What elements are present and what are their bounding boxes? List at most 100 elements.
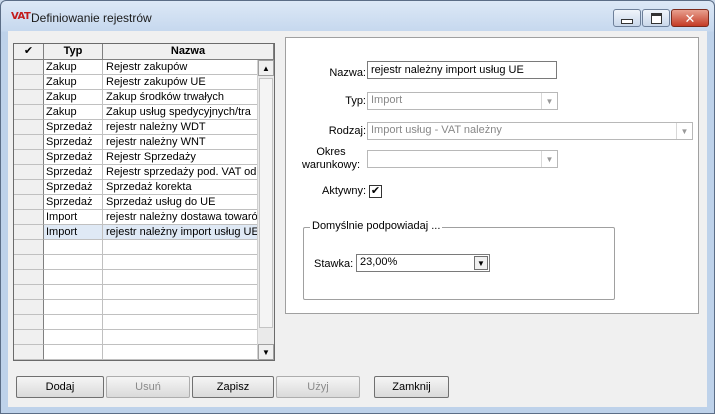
table-row[interactable]: Sprzedaż Rejestr Sprzedaży — [14, 150, 257, 165]
table-row[interactable]: Sprzedaż rejestr należny WDT — [14, 120, 257, 135]
empty-table-row[interactable] — [14, 315, 257, 330]
row-check-cell[interactable] — [14, 165, 44, 180]
empty-table-row[interactable] — [14, 285, 257, 300]
empty-table-row[interactable] — [14, 255, 257, 270]
grid-header: ✔ Typ Nazwa — [14, 44, 274, 60]
stawka-combobox[interactable]: 23,00% ▼ — [356, 254, 490, 272]
row-check-cell[interactable] — [14, 270, 44, 285]
table-row[interactable]: Zakup Zakup usług spedycyjnych/tra — [14, 105, 257, 120]
row-check-cell[interactable] — [14, 210, 44, 225]
row-typ-cell — [44, 285, 103, 300]
stawka-value: 23,00% — [360, 256, 398, 268]
main-window: VAT Definiowanie rejestrów ✕ ✔ Typ Nazwa… — [0, 0, 715, 414]
zapisz-button[interactable]: Zapisz — [192, 376, 274, 398]
row-typ-cell — [44, 345, 103, 360]
scroll-thumb[interactable] — [259, 78, 273, 328]
row-typ-cell: Sprzedaż — [44, 150, 103, 165]
row-check-cell[interactable] — [14, 345, 44, 360]
header-typ-column[interactable]: Typ — [44, 44, 103, 60]
table-row[interactable]: Sprzedaż Sprzedaż usług do UE — [14, 195, 257, 210]
row-nazwa-cell — [103, 315, 257, 330]
row-check-cell[interactable] — [14, 150, 44, 165]
header-nazwa-column[interactable]: Nazwa — [103, 44, 274, 60]
row-check-cell[interactable] — [14, 255, 44, 270]
row-check-cell[interactable] — [14, 330, 44, 345]
row-check-cell[interactable] — [14, 300, 44, 315]
okres-label: Okres warunkowy: — [296, 146, 366, 172]
row-typ-cell: Zakup — [44, 90, 103, 105]
table-row[interactable]: Sprzedaż Sprzedaż korekta — [14, 180, 257, 195]
defaults-groupbox: Domyślnie podpowiadaj ... Stawka: 23,00%… — [303, 220, 615, 300]
table-row[interactable]: Zakup Rejestr zakupów — [14, 60, 257, 75]
empty-table-row[interactable] — [14, 270, 257, 285]
typ-value: Import — [371, 94, 403, 106]
grid-scrollbar[interactable]: ▲ ▼ — [257, 60, 274, 360]
chevron-down-icon[interactable]: ▼ — [676, 123, 692, 139]
table-row[interactable]: Sprzedaż Rejestr sprzedaży pod. VAT odr — [14, 165, 257, 180]
row-check-cell[interactable] — [14, 135, 44, 150]
usun-button[interactable]: Usuń — [106, 376, 190, 398]
row-check-cell[interactable] — [14, 240, 44, 255]
rodzaj-value: Import usług - VAT należny — [371, 124, 502, 136]
scroll-down-icon[interactable]: ▼ — [258, 344, 274, 360]
row-check-cell[interactable] — [14, 195, 44, 210]
row-nazwa-cell — [103, 285, 257, 300]
table-row[interactable]: Sprzedaż rejestr należny WNT — [14, 135, 257, 150]
table-row[interactable]: Zakup Rejestr zakupów UE — [14, 75, 257, 90]
scroll-up-icon[interactable]: ▲ — [258, 60, 274, 76]
row-typ-cell — [44, 300, 103, 315]
close-button[interactable]: ✕ — [671, 9, 709, 27]
row-nazwa-cell: rejestr należny dostawa towaró — [103, 210, 257, 225]
empty-table-row[interactable] — [14, 240, 257, 255]
row-nazwa-cell: Rejestr zakupów — [103, 60, 257, 75]
row-check-cell[interactable] — [14, 90, 44, 105]
row-typ-cell: Import — [44, 210, 103, 225]
row-check-cell[interactable] — [14, 75, 44, 90]
table-row[interactable]: Import rejestr należny dostawa towaró — [14, 210, 257, 225]
row-check-cell[interactable] — [14, 105, 44, 120]
chevron-down-icon[interactable]: ▼ — [541, 151, 557, 167]
row-typ-cell — [44, 240, 103, 255]
chevron-down-icon[interactable]: ▼ — [541, 93, 557, 109]
dodaj-button[interactable]: Dodaj — [16, 376, 104, 398]
row-check-cell[interactable] — [14, 180, 44, 195]
chevron-down-icon[interactable]: ▼ — [474, 256, 488, 270]
header-check-column[interactable]: ✔ — [14, 44, 44, 60]
row-nazwa-cell — [103, 240, 257, 255]
aktywny-checkbox[interactable]: ✔ — [369, 185, 382, 198]
rodzaj-combobox[interactable]: Import usług - VAT należny ▼ — [367, 122, 693, 140]
window-title: Definiowanie rejestrów — [31, 11, 152, 25]
row-nazwa-cell: Zakup usług spedycyjnych/tra — [103, 105, 257, 120]
empty-table-row[interactable] — [14, 300, 257, 315]
maximize-button[interactable] — [642, 9, 670, 27]
grid-body: Zakup Rejestr zakupów Zakup Rejestr zakupów… — [14, 60, 257, 360]
nazwa-input[interactable]: rejestr należny import usług UE — [367, 61, 557, 79]
title-bar[interactable]: VAT Definiowanie rejestrów ✕ — [1, 1, 714, 31]
row-check-cell[interactable] — [14, 315, 44, 330]
row-typ-cell: Zakup — [44, 105, 103, 120]
row-nazwa-cell: Rejestr Sprzedaży — [103, 150, 257, 165]
register-grid[interactable]: ✔ Typ Nazwa Zakup Rejestr zakupów Zakup Rej… — [13, 43, 275, 361]
group-title: Domyślnie podpowiadaj ... — [310, 220, 443, 232]
empty-table-row[interactable] — [14, 345, 257, 360]
row-typ-cell — [44, 315, 103, 330]
table-row[interactable]: Import rejestr należny import usług UE — [14, 225, 257, 240]
table-row[interactable]: Zakup Zakup środków trwałych — [14, 90, 257, 105]
typ-combobox[interactable]: Import ▼ — [367, 92, 558, 110]
okres-warunkowy-combobox[interactable]: ▼ — [367, 150, 558, 168]
empty-table-row[interactable] — [14, 330, 257, 345]
row-check-cell[interactable] — [14, 60, 44, 75]
rodzaj-label: Rodzaj: — [328, 125, 366, 137]
details-panel: Nazwa: rejestr należny import usług UE T… — [285, 37, 699, 314]
uzyj-button[interactable]: Użyj — [276, 376, 360, 398]
row-check-cell[interactable] — [14, 120, 44, 135]
row-nazwa-cell: Rejestr sprzedaży pod. VAT odr — [103, 165, 257, 180]
minimize-button[interactable] — [613, 9, 641, 27]
row-nazwa-cell — [103, 255, 257, 270]
row-check-cell[interactable] — [14, 225, 44, 240]
zamknij-button[interactable]: Zamknij — [374, 376, 449, 398]
row-check-cell[interactable] — [14, 285, 44, 300]
row-typ-cell: Zakup — [44, 60, 103, 75]
row-nazwa-cell — [103, 300, 257, 315]
row-nazwa-cell: rejestr należny WDT — [103, 120, 257, 135]
